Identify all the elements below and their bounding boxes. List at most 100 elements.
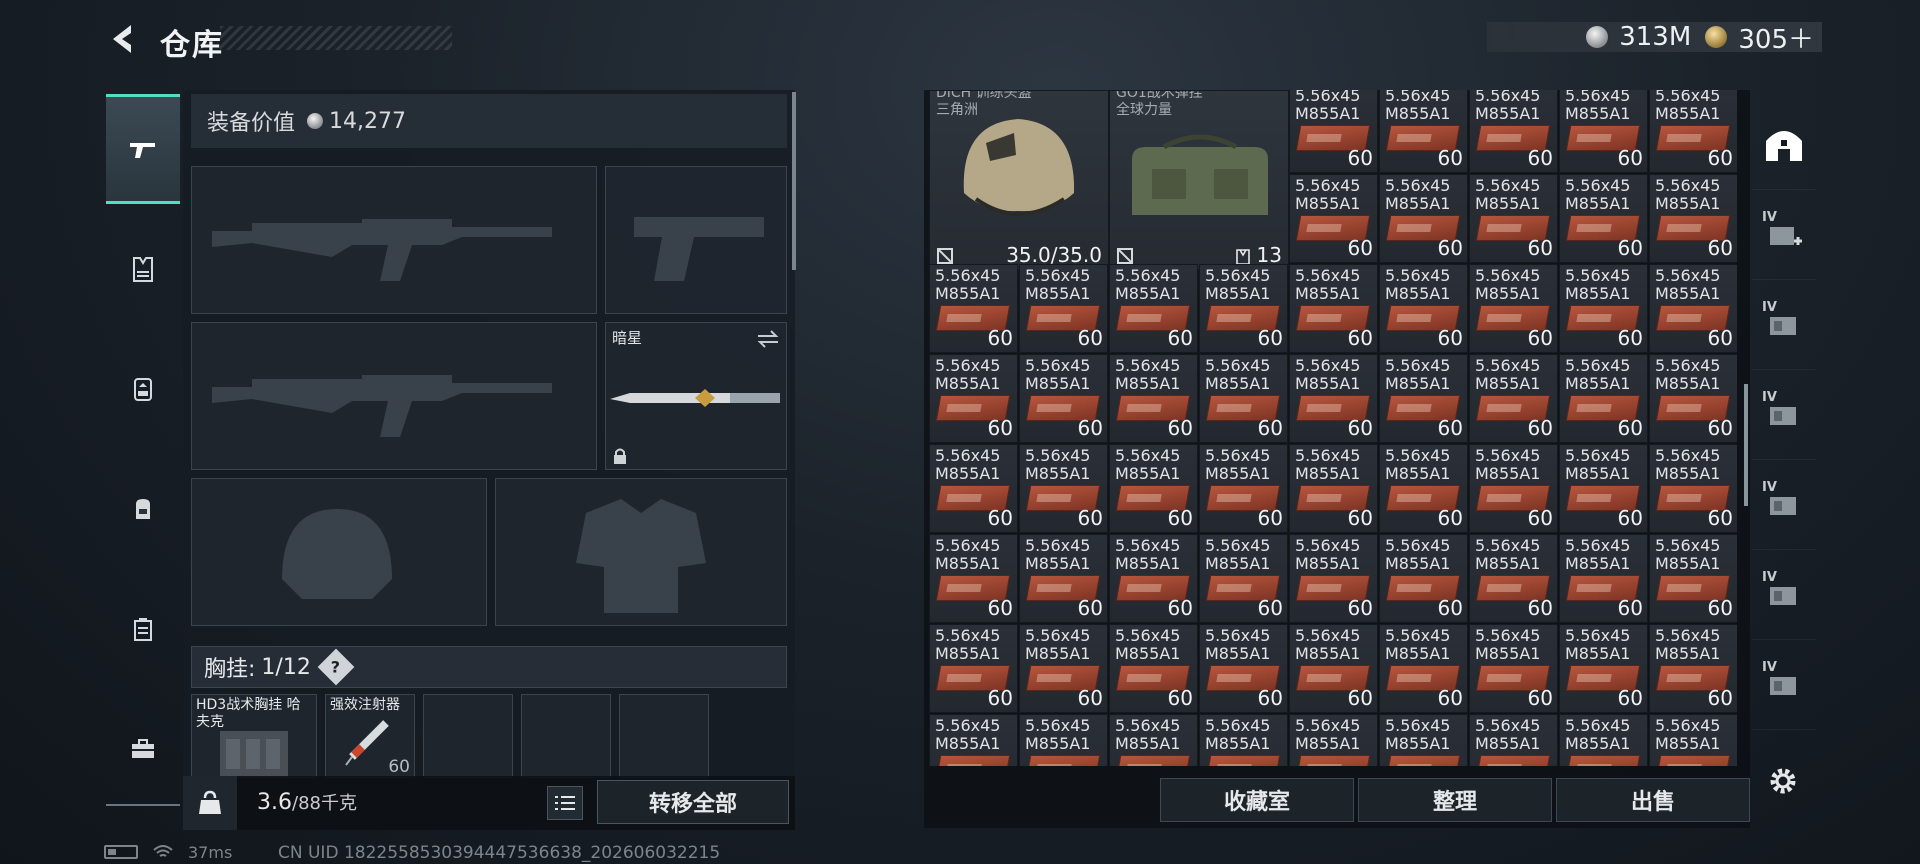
ammo-item-cell[interactable]: 5.56x45M855A160	[1289, 444, 1378, 533]
ammo-item-cell[interactable]: 5.56x45M855A160	[1199, 714, 1288, 766]
chest-empty-slot[interactable]	[423, 694, 513, 778]
tab-backpack[interactable]	[106, 454, 180, 564]
transfer-all-button[interactable]: 转移全部	[597, 780, 789, 824]
ammo-item-cell[interactable]: 5.56x45M855A160	[1019, 534, 1108, 623]
ammo-item-cell[interactable]: 5.56x45M855A160	[1289, 174, 1378, 263]
container-button[interactable]: IV	[1752, 280, 1816, 370]
armor-slot[interactable]	[495, 478, 787, 626]
ammo-item-cell[interactable]: 5.56x45M855A160	[1469, 714, 1558, 766]
tab-toolbox[interactable]	[106, 694, 180, 804]
container-button[interactable]: IV	[1752, 640, 1816, 730]
ammo-item-cell[interactable]: 5.56x45M855A160	[1649, 264, 1737, 353]
ammo-item-cell[interactable]: 5.56x45M855A160	[1649, 714, 1737, 766]
ammo-item-cell[interactable]: 5.56x45M855A160	[1199, 354, 1288, 443]
ammo-item-cell[interactable]: 5.56x45M855A160	[1019, 264, 1108, 353]
ammo-item-cell[interactable]: 5.56x45M855A160	[1109, 444, 1198, 533]
ammo-item-cell[interactable]: 5.56x45M855A160	[929, 444, 1018, 533]
chest-empty-slot[interactable]	[619, 694, 709, 778]
ammo-item-cell[interactable]: 5.56x45M855A160	[1199, 264, 1288, 353]
ammo-item-cell[interactable]: 5.56x45M855A160	[1109, 354, 1198, 443]
ammo-item-cell[interactable]: 5.56x45M855A160	[929, 264, 1018, 353]
knife-slot[interactable]: 暗星	[605, 322, 787, 470]
tactical-rig-item[interactable]: GO1战术弹挂 全球力量 13	[1109, 90, 1289, 270]
tab-case[interactable]	[106, 574, 180, 684]
ammo-item-cell[interactable]: 5.56x45M855A160	[1559, 264, 1648, 353]
primary-weapon-slot[interactable]	[191, 166, 597, 314]
ammo-item-cell[interactable]: 5.56x45M855A160	[1559, 354, 1648, 443]
ammo-item-cell[interactable]: 5.56x45M855A160	[1109, 624, 1198, 713]
sort-button[interactable]: 整理	[1358, 778, 1552, 822]
ammo-item-cell[interactable]: 5.56x45M855A160	[1649, 354, 1737, 443]
ammo-item-cell[interactable]: 5.56x45M855A160	[1469, 534, 1558, 623]
ammo-item-cell[interactable]: 5.56x45M855A160	[1379, 444, 1468, 533]
help-button[interactable]: ?	[317, 648, 355, 686]
ammo-item-cell[interactable]: 5.56x45M855A160	[1469, 624, 1558, 713]
helmet-slot[interactable]	[191, 478, 487, 626]
ammo-item-cell[interactable]: 5.56x45M855A160	[1289, 534, 1378, 623]
ammo-item-cell[interactable]: 5.56x45M855A160	[1289, 354, 1378, 443]
ammo-item-cell[interactable]: 5.56x45M855A160	[1289, 624, 1378, 713]
ammo-item-cell[interactable]: 5.56x45M855A160	[1649, 90, 1737, 173]
silver-currency[interactable]: 313M	[1586, 22, 1691, 52]
ammo-item-cell[interactable]: 5.56x45M855A160	[1559, 90, 1648, 173]
ammo-item-cell[interactable]: 5.56x45M855A160	[1289, 714, 1378, 766]
ammo-item-cell[interactable]: 5.56x45M855A160	[1379, 714, 1468, 766]
ammo-item-cell[interactable]: 5.56x45M855A160	[1109, 264, 1198, 353]
ammo-item-cell[interactable]: 5.56x45M855A160	[929, 714, 1018, 766]
ammo-item-cell[interactable]: 5.56x45M855A160	[1469, 444, 1558, 533]
ammo-item-cell[interactable]: 5.56x45M855A160	[1289, 264, 1378, 353]
ammo-item-cell[interactable]: 5.56x45M855A160	[1649, 444, 1737, 533]
ammo-item-cell[interactable]: 5.56x45M855A160	[1559, 624, 1648, 713]
ammo-item-cell[interactable]: 5.56x45M855A160	[929, 354, 1018, 443]
storage-scrollbar[interactable]	[1744, 384, 1748, 506]
ammo-item-cell[interactable]: 5.56x45M855A160	[1019, 444, 1108, 533]
ammo-item-cell[interactable]: 5.56x45M855A160	[1109, 534, 1198, 623]
ammo-item-cell[interactable]: 5.56x45M855A160	[1379, 174, 1468, 263]
ammo-item-cell[interactable]: 5.56x45M855A160	[929, 534, 1018, 623]
ammo-item-cell[interactable]: 5.56x45M855A160	[1649, 624, 1737, 713]
chest-item-slot[interactable]: HD3战术胸挂 哈夫克	[191, 694, 317, 778]
ammo-item-cell[interactable]: 5.56x45M855A160	[1469, 264, 1558, 353]
ammo-item-cell[interactable]: 5.56x45M855A160	[1199, 624, 1288, 713]
ammo-item-cell[interactable]: 5.56x45M855A160	[1469, 354, 1558, 443]
container-button[interactable]: IV	[1752, 370, 1816, 460]
tab-armor[interactable]	[106, 214, 180, 324]
warehouse-home-button[interactable]	[1752, 100, 1816, 190]
settings-button[interactable]	[1762, 760, 1804, 802]
secondary-weapon-slot[interactable]	[605, 166, 787, 314]
ammo-item-cell[interactable]: 5.56x45M855A160	[1379, 264, 1468, 353]
sell-button[interactable]: 出售	[1556, 778, 1750, 822]
add-container-button[interactable]: IV	[1752, 190, 1816, 280]
equipment-scrollbar[interactable]	[792, 92, 796, 270]
ammo-item-cell[interactable]: 5.56x45M855A160	[1289, 90, 1378, 173]
ammo-item-cell[interactable]: 5.56x45M855A160	[1649, 534, 1737, 623]
ammo-item-cell[interactable]: 5.56x45M855A160	[1379, 624, 1468, 713]
ammo-item-cell[interactable]: 5.56x45M855A160	[1019, 354, 1108, 443]
ammo-item-cell[interactable]: 5.56x45M855A160	[1019, 714, 1108, 766]
container-button[interactable]: IV	[1752, 550, 1816, 640]
container-button[interactable]: IV	[1752, 460, 1816, 550]
ammo-item-cell[interactable]: 5.56x45M855A160	[1199, 534, 1288, 623]
ammo-item-cell[interactable]: 5.56x45M855A160	[1649, 174, 1737, 263]
ammo-item-cell[interactable]: 5.56x45M855A160	[1019, 624, 1108, 713]
ammo-item-cell[interactable]: 5.56x45M855A160	[1379, 534, 1468, 623]
chest-empty-slot[interactable]	[521, 694, 611, 778]
collection-room-button[interactable]: 收藏室	[1160, 778, 1354, 822]
ammo-item-cell[interactable]: 5.56x45M855A160	[1469, 174, 1558, 263]
ammo-item-cell[interactable]: 5.56x45M855A160	[1469, 90, 1558, 173]
list-view-button[interactable]	[547, 786, 583, 820]
tab-weapons[interactable]	[106, 94, 180, 204]
chest-item-slot[interactable]: 强效注射器 60	[325, 694, 415, 778]
ammo-item-cell[interactable]: 5.56x45M855A160	[1559, 714, 1648, 766]
swap-icon[interactable]	[756, 329, 780, 349]
ammo-item-cell[interactable]: 5.56x45M855A160	[1379, 354, 1468, 443]
ammo-item-cell[interactable]: 5.56x45M855A160	[1109, 714, 1198, 766]
ammo-item-cell[interactable]: 5.56x45M855A160	[1559, 174, 1648, 263]
ammo-item-cell[interactable]: 5.56x45M855A160	[929, 624, 1018, 713]
ammo-item-cell[interactable]: 5.56x45M855A160	[1199, 444, 1288, 533]
ammo-item-cell[interactable]: 5.56x45M855A160	[1379, 90, 1468, 173]
helmet-item[interactable]: DICH 训练头盔 三角洲 35.0/35.0	[929, 90, 1109, 270]
gold-currency[interactable]: 305＋	[1705, 19, 1814, 56]
ammo-item-cell[interactable]: 5.56x45M855A160	[1559, 444, 1648, 533]
ammo-item-cell[interactable]: 5.56x45M855A160	[1559, 534, 1648, 623]
